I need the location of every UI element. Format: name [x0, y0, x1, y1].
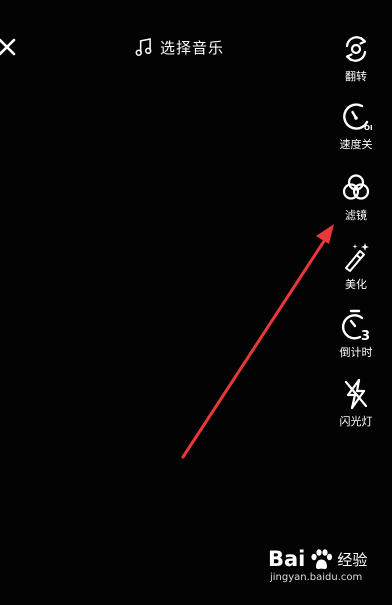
flip-camera-tool[interactable]: 翻转: [326, 33, 386, 84]
countdown-badge: 3: [361, 329, 370, 341]
camera-tools-sidebar: 翻转 OFF 速度关 滤镜 美化 3: [326, 0, 386, 605]
select-music-button[interactable]: 选择音乐: [135, 34, 224, 60]
select-music-label: 选择音乐: [160, 38, 225, 57]
countdown-label: 倒计时: [339, 346, 373, 359]
speedometer-off-icon: OFF: [343, 103, 372, 132]
filter-circles-icon: [342, 174, 370, 200]
countdown-tool[interactable]: 3 倒计时: [326, 309, 386, 360]
baidu-jingyan-watermark: Bai 经验 jingyan.baidu.com: [268, 547, 388, 599]
music-note-icon: [135, 37, 152, 56]
watermark-suffix: 经验: [337, 550, 368, 569]
flip-camera-label: 翻转: [345, 70, 367, 83]
watermark-brand: Bai: [268, 547, 306, 571]
beautify-tool[interactable]: 美化: [326, 241, 386, 292]
speed-off-badge: OFF: [364, 124, 372, 132]
flash-label: 闪光灯: [339, 415, 373, 428]
close-icon: [0, 38, 16, 56]
close-button[interactable]: [0, 32, 18, 62]
beautify-label: 美化: [345, 278, 367, 291]
filter-label: 滤镜: [345, 209, 367, 222]
flip-camera-icon: [345, 36, 367, 62]
flash-off-icon: [344, 378, 368, 410]
filter-tool[interactable]: 滤镜: [326, 172, 386, 223]
watermark-url: jingyan.baidu.com: [270, 572, 363, 583]
countdown-timer-icon: 3: [341, 309, 370, 341]
speed-tool[interactable]: OFF 速度关: [326, 101, 386, 152]
flash-tool[interactable]: 闪光灯: [326, 378, 386, 429]
speed-label: 速度关: [339, 138, 373, 151]
paw-icon: [311, 549, 333, 569]
magic-wand-icon: [345, 243, 369, 272]
